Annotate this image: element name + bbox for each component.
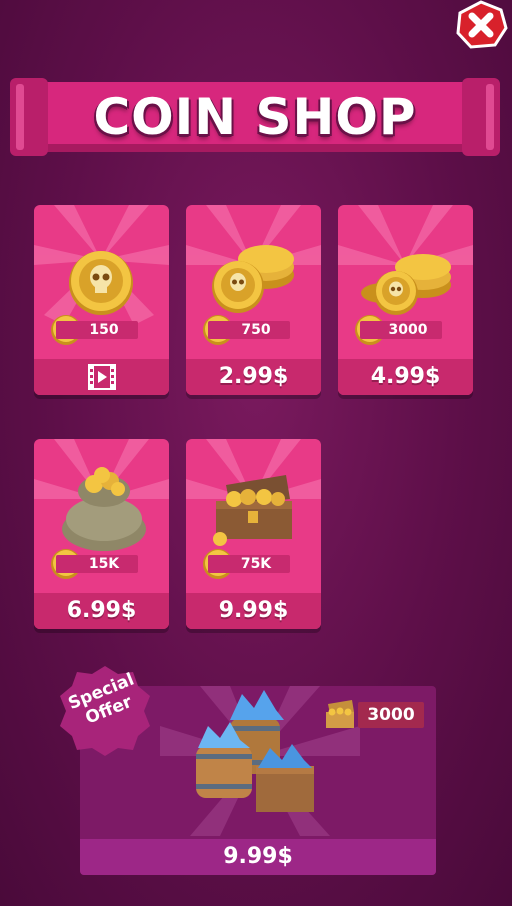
close-button[interactable]: [454, 0, 508, 50]
coin-pack-750[interactable]: 750 2.99$: [186, 205, 321, 395]
coin-pack-3000[interactable]: 3000 4.99$: [338, 205, 473, 395]
special-offer-amount: 3000: [358, 702, 424, 728]
coin-amount: 3000: [360, 321, 442, 339]
price-button[interactable]: 9.99$: [186, 593, 321, 629]
coin-pack-75k[interactable]: 75K 9.99$: [186, 439, 321, 629]
coin-amount: 750: [208, 321, 290, 339]
page-title: COIN SHOP: [93, 88, 417, 146]
coin-pack-15k[interactable]: 15K 6.99$: [34, 439, 169, 629]
close-icon[interactable]: [454, 0, 508, 50]
coin-amount: 150: [56, 321, 138, 339]
video-ad-icon: [87, 364, 116, 390]
price-button[interactable]: 2.99$: [186, 359, 321, 395]
title-banner: COIN SHOP: [10, 74, 500, 158]
coin-amount: 75K: [208, 555, 290, 573]
watch-ad-button[interactable]: [34, 359, 169, 395]
coin-pack-150[interactable]: 150: [34, 205, 169, 395]
coin-amount: 15K: [56, 555, 138, 573]
special-offer-price-button[interactable]: 9.99$: [80, 839, 436, 875]
price-button[interactable]: 4.99$: [338, 359, 473, 395]
treasure-chest-icon: [326, 700, 354, 728]
price-button[interactable]: 6.99$: [34, 593, 169, 629]
